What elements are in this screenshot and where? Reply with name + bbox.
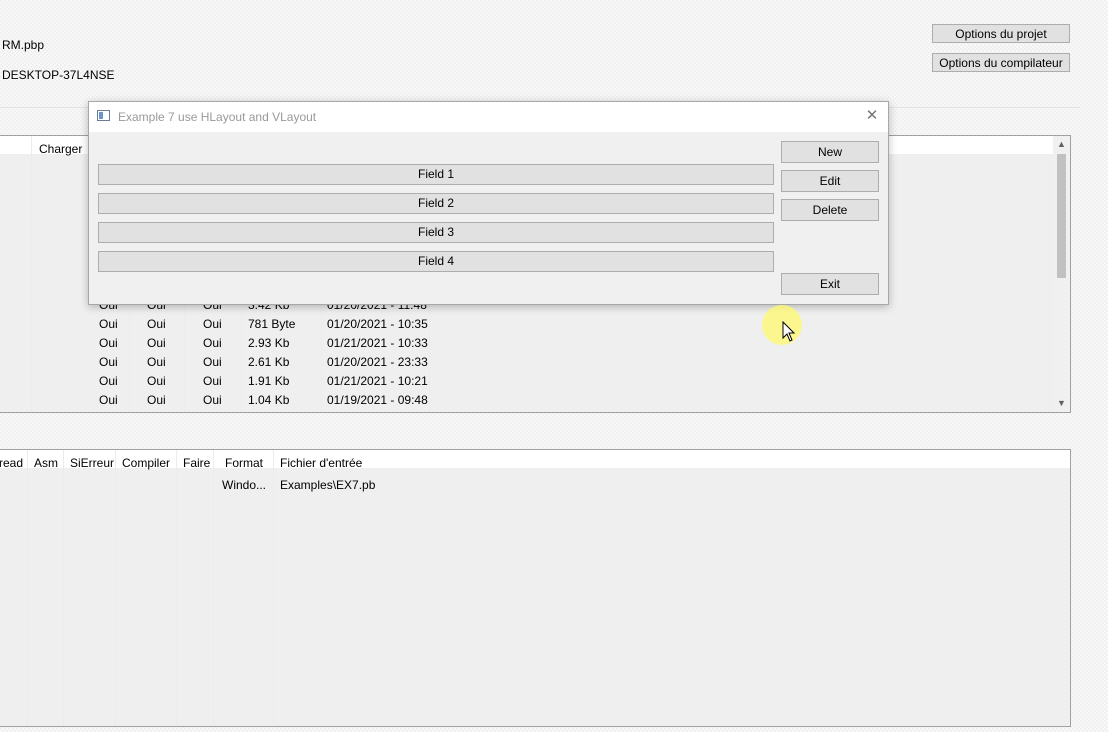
table-cell: Oui [147,317,166,331]
close-icon[interactable]: ✕ [864,107,880,125]
table-cell: Oui [147,336,166,350]
table-cell: 01/19/2021 - 09:48 [327,393,428,407]
table-cell: 01/20/2021 - 10:35 [327,317,428,331]
scrollbar-thumb[interactable] [1057,154,1066,278]
table-cell: 01/21/2021 - 10:21 [327,374,428,388]
field-1-button[interactable]: Field 1 [98,164,774,185]
table-cell: 781 Byte [248,317,296,331]
table-cell: Oui [99,317,118,331]
column-header-faire[interactable]: Faire [183,456,210,470]
table-cell: Examples\EX7.pb [280,478,376,492]
table-cell: Oui [203,355,222,369]
mouse-pointer-icon [782,321,796,342]
column-header-input-file[interactable]: Fichier d'entrée [280,456,362,470]
table-cell: Oui [203,336,222,350]
project-file-label: RM.pbp [2,38,45,52]
table-cell: Oui [99,336,118,350]
dialog-title: Example 7 use HLayout and VLayout [118,110,317,124]
table-cell: Oui [99,374,118,388]
column-header-thread[interactable]: read [0,456,23,470]
scroll-down-arrow-icon[interactable]: ▼ [1053,395,1070,412]
column-header-asm[interactable]: Asm [34,456,58,470]
field-4-button[interactable]: Field 4 [98,251,774,272]
field-3-button[interactable]: Field 3 [98,222,774,243]
delete-button[interactable]: Delete [781,199,879,221]
project-options-button[interactable]: Options du projet [932,24,1070,43]
table-cell: Oui [203,393,222,407]
table-cell: 2.93 Kb [248,336,290,350]
table-cell: Oui [147,393,166,407]
window-icon [97,110,110,121]
example-dialog-window[interactable]: Example 7 use HLayout and VLayout ✕ Fiel… [88,101,889,305]
table-cell: Oui [203,317,222,331]
table-cell: Oui [203,374,222,388]
column-header-compiler[interactable]: Compiler [122,456,170,470]
table-cell: Oui [147,355,166,369]
compiler-options-button[interactable]: Options du compilateur [932,53,1070,72]
scroll-up-arrow-icon[interactable]: ▲ [1053,136,1070,153]
table-cell: Windo... [222,478,267,492]
table-cell: Oui [99,393,118,407]
table-cell: 1.04 Kb [248,393,290,407]
table-cell: Oui [147,374,166,388]
edit-button[interactable]: Edit [781,170,879,192]
new-button[interactable]: New [781,141,879,163]
table-cell: 2.61 Kb [248,355,290,369]
table-cell: 1.91 Kb [248,374,290,388]
table-cell: Oui [99,355,118,369]
exit-button[interactable]: Exit [781,273,879,295]
compile-targets-table[interactable]: read Asm SiErreur Compiler Faire Format … [0,449,1071,727]
column-header-format[interactable]: Format [225,456,263,470]
column-header-sierreur[interactable]: SiErreur [70,456,114,470]
field-2-button[interactable]: Field 2 [98,193,774,214]
computer-name-label: DESKTOP-37L4NSE [2,68,115,82]
column-header-charger[interactable]: Charger [39,142,82,156]
vertical-scrollbar[interactable]: ▲ ▼ [1053,136,1070,412]
table-cell: 01/21/2021 - 10:33 [327,336,428,350]
table-cell: 01/20/2021 - 23:33 [327,355,428,369]
dialog-titlebar[interactable]: Example 7 use HLayout and VLayout ✕ [89,102,888,132]
